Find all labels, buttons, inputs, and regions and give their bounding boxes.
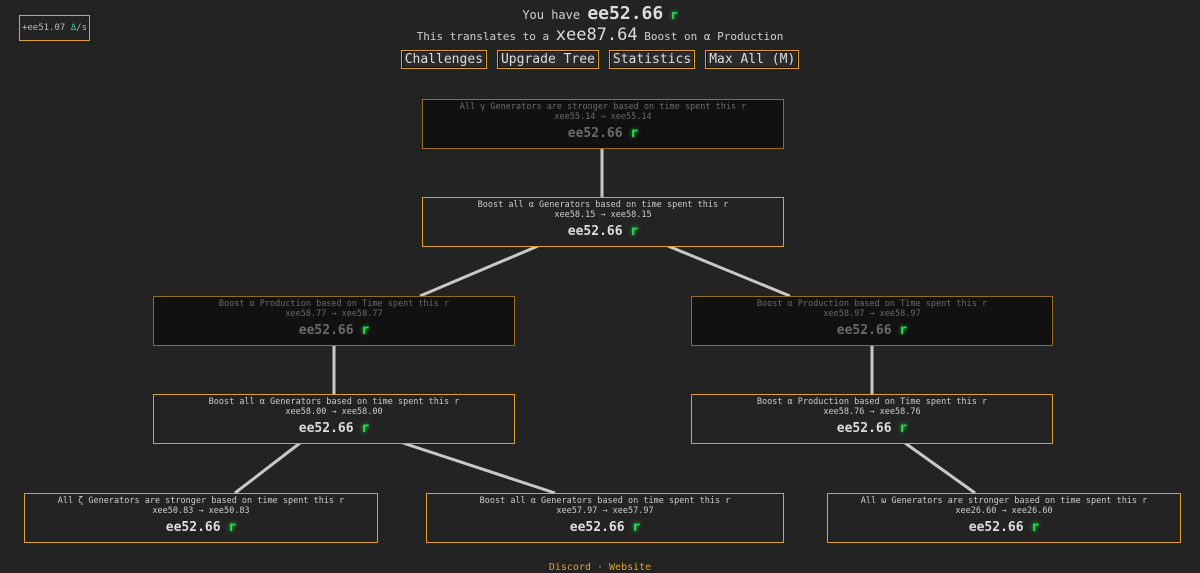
- currency-icon: r: [630, 224, 639, 239]
- upgrade-node[interactable]: Boost α Production based on Time spent t…: [153, 296, 515, 346]
- upgrade-title: Boost α Production based on Time spent t…: [756, 397, 988, 407]
- upgrade-node[interactable]: All ω Generators are stronger based on t…: [827, 493, 1181, 543]
- cost-value: ee52.66: [569, 520, 625, 535]
- upgrade-effect: xee58.76 → xee58.76: [823, 407, 921, 417]
- connector: [234, 441, 301, 495]
- currency-icon: r: [632, 520, 641, 535]
- connector: [402, 441, 556, 495]
- upgrade-cost: ee52.66 r: [154, 421, 514, 436]
- upgrade-cost: ee52.66 r: [25, 520, 377, 535]
- currency-icon: r: [228, 520, 237, 535]
- upgrade-node[interactable]: Boost α Production based on Time spent t…: [691, 394, 1053, 444]
- cost-value: ee52.66: [836, 323, 892, 338]
- currency-icon: r: [899, 323, 908, 338]
- upgrade-cost: ee52.66 r: [692, 323, 1052, 338]
- upgrade-node[interactable]: All γ Generators are stronger based on t…: [422, 99, 784, 149]
- upgrade-title: Boost all α Generators based on time spe…: [477, 200, 729, 210]
- upgrade-effect: xee57.97 → xee57.97: [556, 506, 654, 516]
- connector: [904, 441, 976, 495]
- cost-value: ee52.66: [567, 126, 623, 141]
- upgrade-title: All γ Generators are stronger based on t…: [459, 102, 747, 112]
- cost-value: ee52.66: [298, 323, 354, 338]
- upgrade-effect: xee58.15 → xee58.15: [554, 210, 652, 220]
- upgrade-cost: ee52.66 r: [154, 323, 514, 338]
- upgrade-effect: xee58.97 → xee58.97: [823, 309, 921, 319]
- currency-icon: r: [361, 323, 370, 338]
- upgrade-effect: xee55.14 → xee55.14: [554, 112, 652, 122]
- upgrade-node[interactable]: Boost all α Generators based on time spe…: [153, 394, 515, 444]
- upgrade-node[interactable]: Boost all α Generators based on time spe…: [426, 493, 784, 543]
- currency-icon: r: [1031, 520, 1040, 535]
- upgrade-cost: ee52.66 r: [692, 421, 1052, 436]
- upgrade-title: Boost all α Generators based on time spe…: [208, 397, 460, 407]
- upgrade-node[interactable]: All ζ Generators are stronger based on t…: [24, 493, 378, 543]
- connector: [419, 244, 539, 298]
- upgrade-title: All ω Generators are stronger based on t…: [860, 496, 1148, 506]
- cost-value: ee52.66: [968, 520, 1024, 535]
- connector: [667, 244, 791, 298]
- cost-value: ee52.66: [836, 421, 892, 436]
- upgrade-effect: xee58.77 → xee58.77: [285, 309, 383, 319]
- upgrade-title: Boost α Production based on Time spent t…: [756, 299, 988, 309]
- upgrade-title: Boost all α Generators based on time spe…: [479, 496, 731, 506]
- upgrade-title: All ζ Generators are stronger based on t…: [57, 496, 345, 506]
- upgrade-effect: xee26.60 → xee26.60: [955, 506, 1053, 516]
- tree-connections: [234, 148, 976, 495]
- upgrade-cost: ee52.66 r: [423, 224, 783, 239]
- cost-value: ee52.66: [298, 421, 354, 436]
- upgrade-node[interactable]: Boost all α Generators based on time spe…: [422, 197, 784, 247]
- cost-value: ee52.66: [165, 520, 221, 535]
- upgrade-cost: ee52.66 r: [828, 520, 1180, 535]
- currency-icon: r: [899, 421, 908, 436]
- upgrade-node[interactable]: Boost α Production based on Time spent t…: [691, 296, 1053, 346]
- currency-icon: r: [630, 126, 639, 141]
- upgrade-cost: ee52.66 r: [423, 126, 783, 141]
- upgrade-cost: ee52.66 r: [427, 520, 783, 535]
- upgrade-title: Boost α Production based on Time spent t…: [218, 299, 450, 309]
- upgrade-effect: xee58.00 → xee58.00: [285, 407, 383, 417]
- currency-icon: r: [361, 421, 370, 436]
- upgrade-effect: xee50.83 → xee50.83: [152, 506, 250, 516]
- cost-value: ee52.66: [567, 224, 623, 239]
